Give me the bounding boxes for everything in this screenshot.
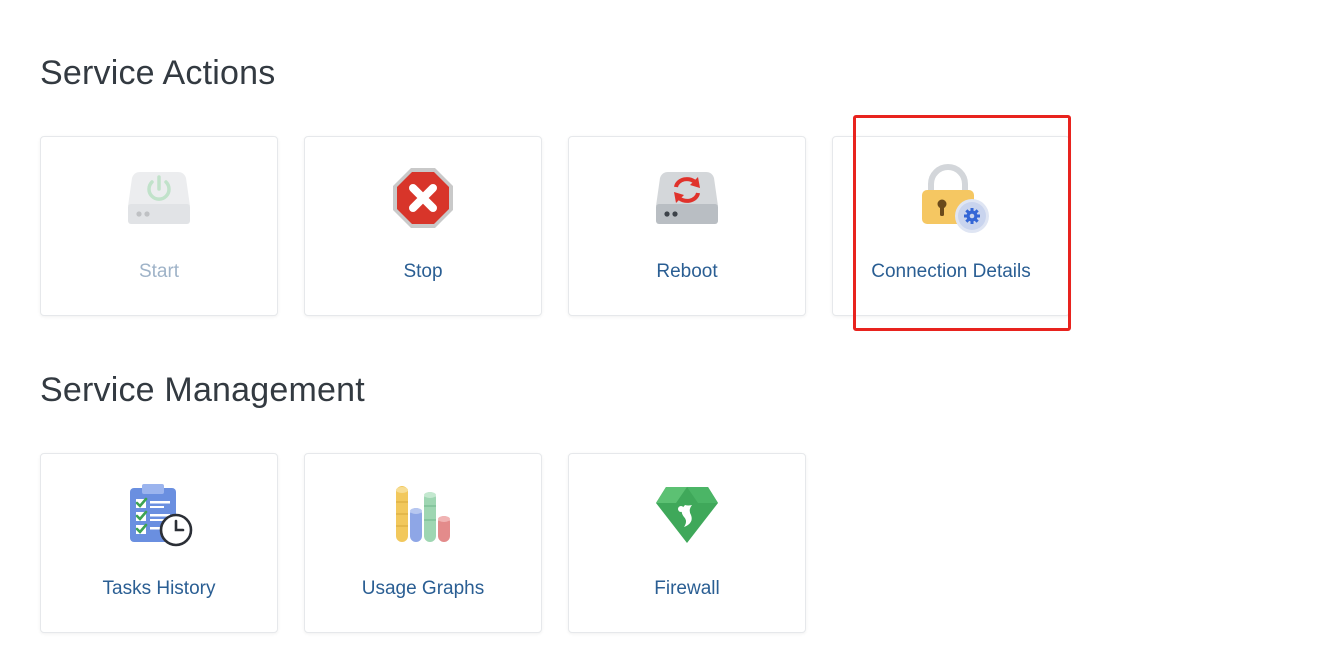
power-start-icon (119, 163, 199, 233)
lock-settings-icon (912, 163, 992, 233)
reboot-label: Reboot (656, 261, 718, 282)
service-actions-heading: Service Actions (40, 54, 276, 92)
service-management-heading: Service Management (40, 371, 365, 409)
start-tile[interactable]: Start (40, 136, 278, 316)
tasks-history-label: Tasks History (102, 578, 216, 599)
tasks-history-icon (119, 480, 199, 550)
reboot-tile[interactable]: Reboot (568, 136, 806, 316)
reboot-icon (647, 163, 727, 233)
firewall-label: Firewall (654, 578, 720, 599)
usage-graphs-tile[interactable]: Usage Graphs (304, 453, 542, 633)
connection-details-tile[interactable]: Connection Details (832, 136, 1070, 316)
stop-tile[interactable]: Stop (304, 136, 542, 316)
firewall-icon (647, 480, 727, 550)
start-label: Start (138, 261, 180, 282)
stop-icon (383, 163, 463, 233)
stop-label: Stop (403, 261, 443, 282)
connection-details-label: Connection Details (871, 261, 1031, 282)
firewall-tile[interactable]: Firewall (568, 453, 806, 633)
tasks-history-tile[interactable]: Tasks History (40, 453, 278, 633)
usage-graphs-icon (383, 480, 463, 550)
usage-graphs-label: Usage Graphs (361, 578, 485, 599)
